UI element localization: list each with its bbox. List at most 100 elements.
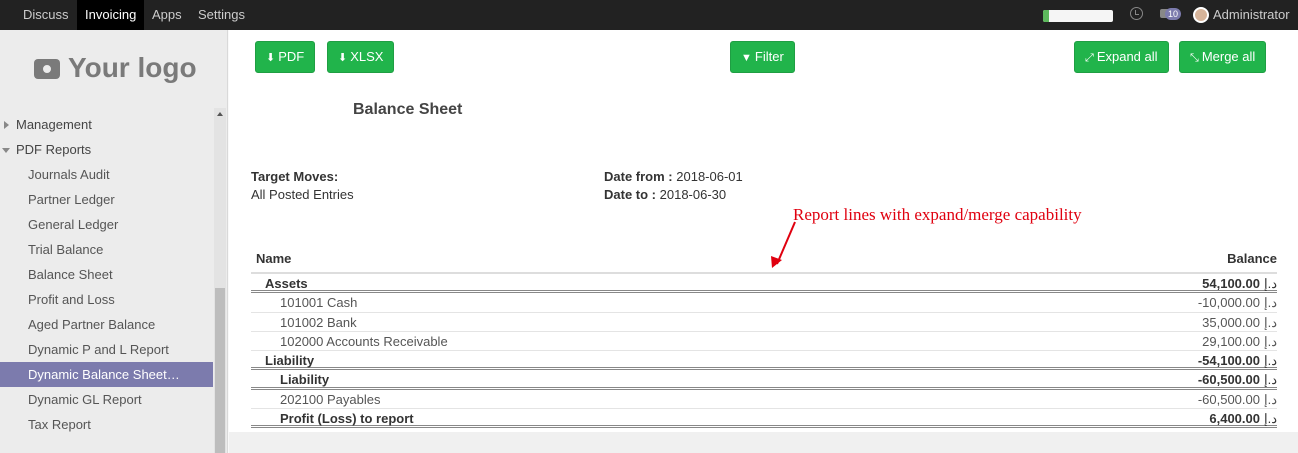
user-avatar[interactable]: [1193, 7, 1209, 23]
sidebar-item-label: Dynamic GL Report: [28, 392, 142, 407]
date-from-label: Date from :: [604, 169, 673, 184]
sidebar: Your logo Management PDF Reports Journals …: [0, 30, 228, 453]
line-name: 101002 Bank: [280, 314, 357, 330]
filter-button[interactable]: ▼ Filter: [730, 41, 795, 73]
line-balance: 54,100.00 د.إ: [1202, 274, 1277, 293]
balance-value: 29,100.00: [1202, 333, 1260, 349]
date-from-value: 2018-06-01: [676, 169, 743, 184]
line-name: Liability: [280, 372, 330, 388]
line-balance: -60,500.00 د.إ: [1198, 390, 1277, 409]
download-icon: ⬇: [338, 52, 348, 64]
balance-value: -10,000.00: [1197, 295, 1260, 311]
line-balance: 6,400.00 د.إ: [1209, 409, 1277, 428]
nav-apps[interactable]: Apps: [144, 0, 190, 30]
sidebar-item[interactable]: Journals Audit: [0, 162, 213, 187]
date-to: Date to : 2018-06-30: [604, 187, 726, 202]
user-menu[interactable]: Administrator: [1213, 0, 1290, 30]
line-name: Liability: [265, 353, 315, 369]
sidebar-item[interactable]: Dynamic GL Report: [0, 387, 213, 412]
currency-symbol: د.إ: [1263, 314, 1277, 330]
nav-settings[interactable]: Settings: [190, 0, 253, 30]
sidebar-scrollbar[interactable]: [214, 108, 226, 453]
compress-icon: ⤡: [1190, 52, 1199, 64]
sidebar-item[interactable]: General Ledger: [0, 212, 213, 237]
report-line[interactable]: 102000 Accounts Receivable 29,100.00 د.إ: [251, 332, 1277, 352]
sidebar-item-label: PDF Reports: [16, 142, 92, 157]
caret-right-icon: [4, 121, 9, 129]
nav-discuss[interactable]: Discuss: [15, 0, 77, 30]
filter-button-label: Filter: [754, 49, 784, 64]
onboarding-progress-bar[interactable]: [1043, 10, 1113, 22]
sidebar-item[interactable]: Tax Report: [0, 412, 213, 437]
expand-all-button[interactable]: ⤢ Expand all: [1074, 41, 1169, 73]
sidebar-item[interactable]: Balance Sheet: [0, 262, 213, 287]
currency-symbol: د.إ: [1263, 391, 1277, 407]
sidebar-item-label: Dynamic P and L Report: [28, 342, 169, 357]
balance-sheet-table: Name Balance Assets 54,100.00 د.إ 101001 Ca…: [251, 248, 1277, 429]
sidebar-item[interactable]: Aged Partner Balance: [0, 312, 213, 337]
line-balance: -10,000.00 د.إ: [1198, 293, 1277, 312]
sidebar-item-label: Journals Audit: [28, 167, 110, 182]
sidebar-menu: Management PDF Reports Journals Audit Partn…: [0, 112, 213, 437]
sidebar-item-label: Profit and Loss: [28, 292, 115, 307]
sidebar-item[interactable]: Partner Ledger: [0, 187, 213, 212]
balance-value: 54,100.00: [1202, 276, 1260, 291]
page-footer: [229, 432, 1298, 453]
sidebar-item[interactable]: PDF Reports: [0, 137, 213, 162]
balance-value: 35,000.00: [1202, 314, 1260, 330]
sidebar-item[interactable]: Profit and Loss: [0, 287, 213, 312]
sidebar-item[interactable]: Dynamic P and L Report: [0, 337, 213, 362]
table-body: Assets 54,100.00 د.إ 101001 Cash -10,000.00 د…: [251, 274, 1277, 429]
report-content: ⬇ PDF ⬇ XLSX ▼ Filter ⤢ Expand all ⤡ Merge al…: [229, 30, 1298, 432]
pdf-button[interactable]: ⬇ PDF: [255, 41, 316, 73]
expand-icon: ⤢: [1085, 52, 1094, 64]
target-moves-value: All Posted Entries: [251, 187, 354, 202]
report-title: Balance Sheet: [353, 101, 463, 118]
nav-invoicing[interactable]: Invoicing: [77, 0, 145, 30]
sidebar-item-label: General Ledger: [28, 217, 119, 232]
company-logo[interactable]: Your logo: [34, 52, 197, 84]
caret-down-icon: [2, 148, 10, 153]
currency-symbol: د.إ: [1263, 333, 1277, 349]
scroll-thumb[interactable]: [215, 288, 225, 453]
merge-all-button[interactable]: ⤡ Merge all: [1179, 41, 1267, 73]
report-line[interactable]: 202100 Payables -60,500.00 د.إ: [251, 390, 1277, 410]
xlsx-button[interactable]: ⬇ XLSX: [327, 41, 395, 73]
xlsx-button-label: XLSX: [350, 49, 384, 64]
line-name: Assets: [265, 276, 308, 291]
report-line[interactable]: Liability -54,100.00 د.إ: [251, 351, 1277, 371]
sidebar-item-label: Management: [16, 117, 92, 132]
sidebar-item[interactable]: Trial Balance: [0, 237, 213, 262]
expand-all-label: Expand all: [1096, 49, 1158, 64]
pdf-button-label: PDF: [278, 49, 305, 64]
scroll-up-arrow-icon[interactable]: [217, 112, 223, 116]
line-name: 101001 Cash: [280, 295, 358, 311]
report-line[interactable]: Profit (Loss) to report 6,400.00 د.إ: [251, 409, 1277, 429]
report-line[interactable]: 101001 Cash -10,000.00 د.إ: [251, 293, 1277, 313]
target-moves-label: Target Moves:: [251, 169, 339, 184]
sidebar-item[interactable]: Management: [0, 112, 213, 137]
report-line[interactable]: 101002 Bank 35,000.00 د.إ: [251, 313, 1277, 332]
sidebar-item-label: Balance Sheet: [28, 267, 113, 282]
report-line[interactable]: Assets 54,100.00 د.إ: [251, 274, 1277, 294]
sidebar-item-label: Tax Report: [28, 417, 91, 432]
balance-value: 6,400.00: [1209, 411, 1260, 427]
sidebar-item[interactable]: Dynamic Balance Sheet…: [0, 362, 213, 387]
annotation-text: Report lines with expand/merge capabilit…: [793, 205, 1082, 224]
column-name-header: Name: [256, 251, 292, 266]
balance-value: -54,100.00: [1197, 353, 1260, 369]
line-balance: 35,000.00 د.إ: [1202, 313, 1277, 332]
line-name: 202100 Payables: [280, 391, 381, 407]
line-balance: -54,100.00 د.إ: [1198, 351, 1277, 370]
activity-clock-icon[interactable]: [1130, 7, 1143, 20]
currency-symbol: د.إ: [1263, 276, 1277, 291]
line-balance: 29,100.00 د.إ: [1202, 332, 1277, 351]
sidebar-item-label: Trial Balance: [28, 242, 104, 257]
currency-symbol: د.إ: [1263, 295, 1277, 311]
filter-icon: ▼: [741, 52, 752, 64]
line-name: 102000 Accounts Receivable: [280, 333, 448, 349]
merge-all-label: Merge all: [1201, 49, 1256, 64]
line-name: Profit (Loss) to report: [280, 411, 414, 427]
report-line[interactable]: Liability -60,500.00 د.إ: [251, 370, 1277, 390]
progress-fill: [1043, 10, 1049, 22]
